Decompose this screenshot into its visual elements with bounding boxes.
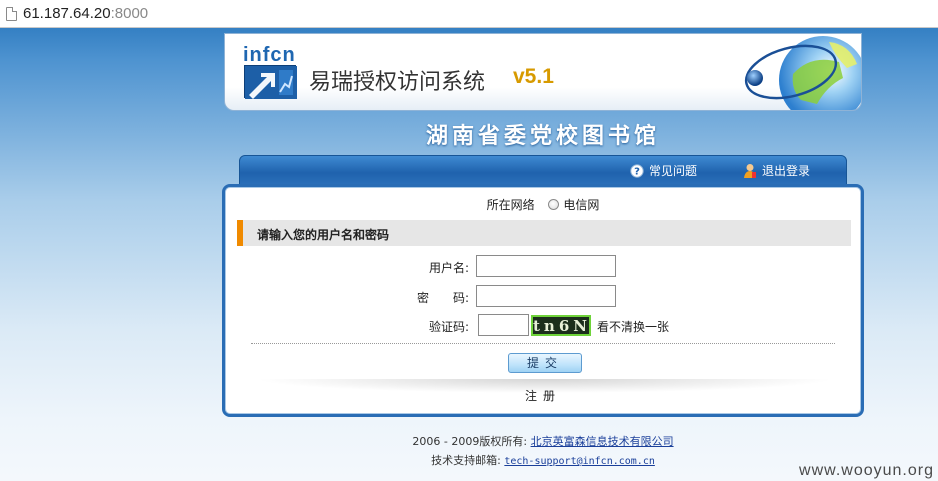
- username-row: 用户名:: [225, 255, 861, 277]
- copyright-text: 2006 - 2009版权所有:: [412, 435, 528, 448]
- system-title: 易瑞授权访问系统: [309, 70, 486, 95]
- support-email-link[interactable]: tech-support@infcn.com.cn: [504, 456, 655, 467]
- user-logout-icon: [744, 163, 756, 178]
- username-input[interactable]: [476, 255, 616, 277]
- watermark: www.wooyun.org: [799, 462, 934, 479]
- company-link[interactable]: 北京英富森信息技术有限公司: [531, 435, 674, 448]
- captcha-label: 验证码:: [428, 320, 469, 334]
- register-link[interactable]: 注册: [225, 387, 861, 404]
- form-divider: [251, 343, 835, 344]
- footer-support: 技术支持邮箱: tech-support@infcn.com.cn: [224, 452, 862, 468]
- help-icon: ?: [630, 163, 644, 178]
- brand-logo-icon: [244, 65, 297, 99]
- captcha-refresh-link[interactable]: 看不清换一张: [597, 318, 669, 335]
- captcha-row: 验证码: tn6N 看不清换一张: [225, 314, 861, 336]
- faq-link[interactable]: ? 常见问题: [630, 162, 697, 179]
- network-label: 所在网络: [486, 198, 535, 212]
- library-name: 湖南省委党校图书馆: [425, 123, 660, 149]
- captcha-image[interactable]: tn6N: [531, 315, 591, 336]
- logout-link[interactable]: 退出登录: [743, 162, 810, 179]
- network-radio[interactable]: [548, 199, 560, 210]
- brand-logo-text: infcn: [243, 44, 296, 66]
- captcha-input[interactable]: [478, 314, 529, 336]
- nav-bar: ? 常见问题 退出登录: [239, 155, 847, 185]
- page-icon: [6, 6, 17, 21]
- header-banner: infcn 易瑞授权访问系统 v5.1: [224, 33, 862, 111]
- login-panel: 所在网络 电信网 请输入您的用户名和密码 用户名: 密 码: 验证码: tn6N…: [222, 184, 864, 417]
- username-label: 用户名:: [428, 261, 469, 275]
- svg-text:?: ?: [634, 166, 640, 177]
- network-selector: 所在网络 电信网: [225, 196, 861, 213]
- faq-label: 常见问题: [649, 164, 698, 178]
- address-bar[interactable]: 61.187.64.20:8000: [0, 0, 938, 28]
- section-title: 请输入您的用户名和密码: [257, 228, 390, 242]
- logout-label: 退出登录: [762, 164, 811, 178]
- footer-copyright: 2006 - 2009版权所有: 北京英富森信息技术有限公司: [224, 433, 862, 449]
- system-version: v5.1: [513, 65, 554, 88]
- globe-icon: [744, 36, 861, 110]
- password-input[interactable]: [476, 285, 616, 307]
- network-option-label: 电信网: [563, 198, 600, 212]
- password-label: 密 码:: [416, 291, 469, 305]
- section-header: 请输入您的用户名和密码: [237, 220, 851, 246]
- password-row: 密 码:: [225, 285, 861, 307]
- url-text[interactable]: 61.187.64.20:8000: [23, 5, 148, 22]
- submit-button[interactable]: 提交: [508, 353, 582, 373]
- support-text: 技术支持邮箱:: [431, 454, 501, 467]
